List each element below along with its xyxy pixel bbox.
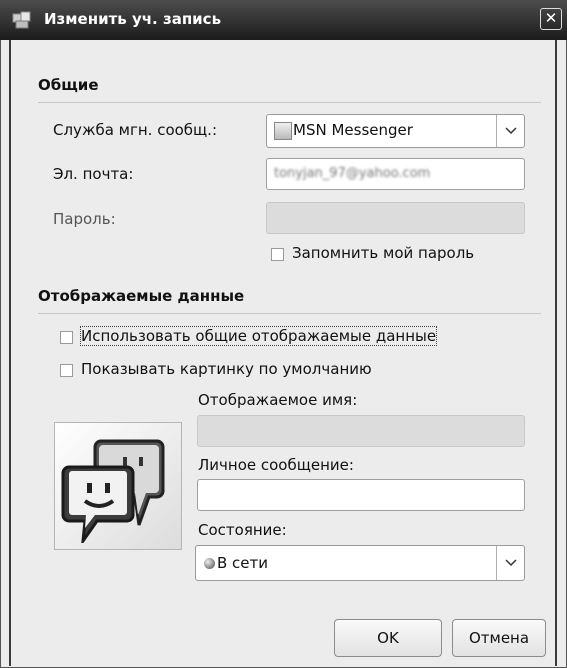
use-common-display-checkbox[interactable] <box>60 331 73 344</box>
status-label: Состояние: <box>198 521 287 539</box>
email-label: Эл. почта: <box>53 165 134 183</box>
status-select[interactable]: В сети <box>195 545 525 581</box>
window-title: Изменить уч. запись <box>44 10 222 28</box>
section-general-heading: Общие <box>38 76 99 94</box>
service-label: Служба мгн. сообщ.: <box>53 121 218 139</box>
chevron-down-icon[interactable] <box>496 546 524 580</box>
msn-icon <box>274 122 292 140</box>
email-field-value: tonyjan_97@yahoo.com <box>274 166 431 181</box>
password-label: Пароль: <box>53 210 116 228</box>
close-icon: ✕ <box>544 9 558 27</box>
show-default-picture-checkbox[interactable] <box>60 364 73 377</box>
app-icon <box>12 10 32 30</box>
section-display-separator <box>38 313 541 314</box>
service-select[interactable]: MSN Messenger <box>266 114 525 148</box>
display-name-field[interactable] <box>197 415 525 447</box>
chevron-down-icon[interactable] <box>496 115 524 147</box>
status-dot-icon <box>204 558 215 569</box>
show-default-picture-label: Показывать картинку по умолчанию <box>81 360 372 378</box>
status-select-value: В сети <box>217 554 269 572</box>
password-field[interactable] <box>266 202 525 234</box>
section-general-separator <box>38 102 541 103</box>
section-display-heading: Отображаемые данные <box>38 287 245 305</box>
remember-password-checkbox[interactable] <box>271 248 284 261</box>
personal-message-field[interactable] <box>197 479 525 511</box>
use-common-display-label: Использовать общие отображаемые данные <box>79 326 438 346</box>
display-name-label: Отображаемое имя: <box>198 391 358 409</box>
email-field[interactable]: tonyjan_97@yahoo.com <box>266 158 525 190</box>
cancel-button[interactable]: Отмена <box>452 619 546 657</box>
remember-password-label: Запомнить мой пароль <box>292 244 475 262</box>
close-button[interactable]: ✕ <box>540 8 562 30</box>
chat-bubbles-icon <box>61 439 165 543</box>
personal-message-label: Личное сообщение: <box>198 456 354 474</box>
service-select-value: MSN Messenger <box>293 121 413 139</box>
avatar[interactable] <box>54 422 182 550</box>
ok-button[interactable]: OK <box>334 619 442 657</box>
